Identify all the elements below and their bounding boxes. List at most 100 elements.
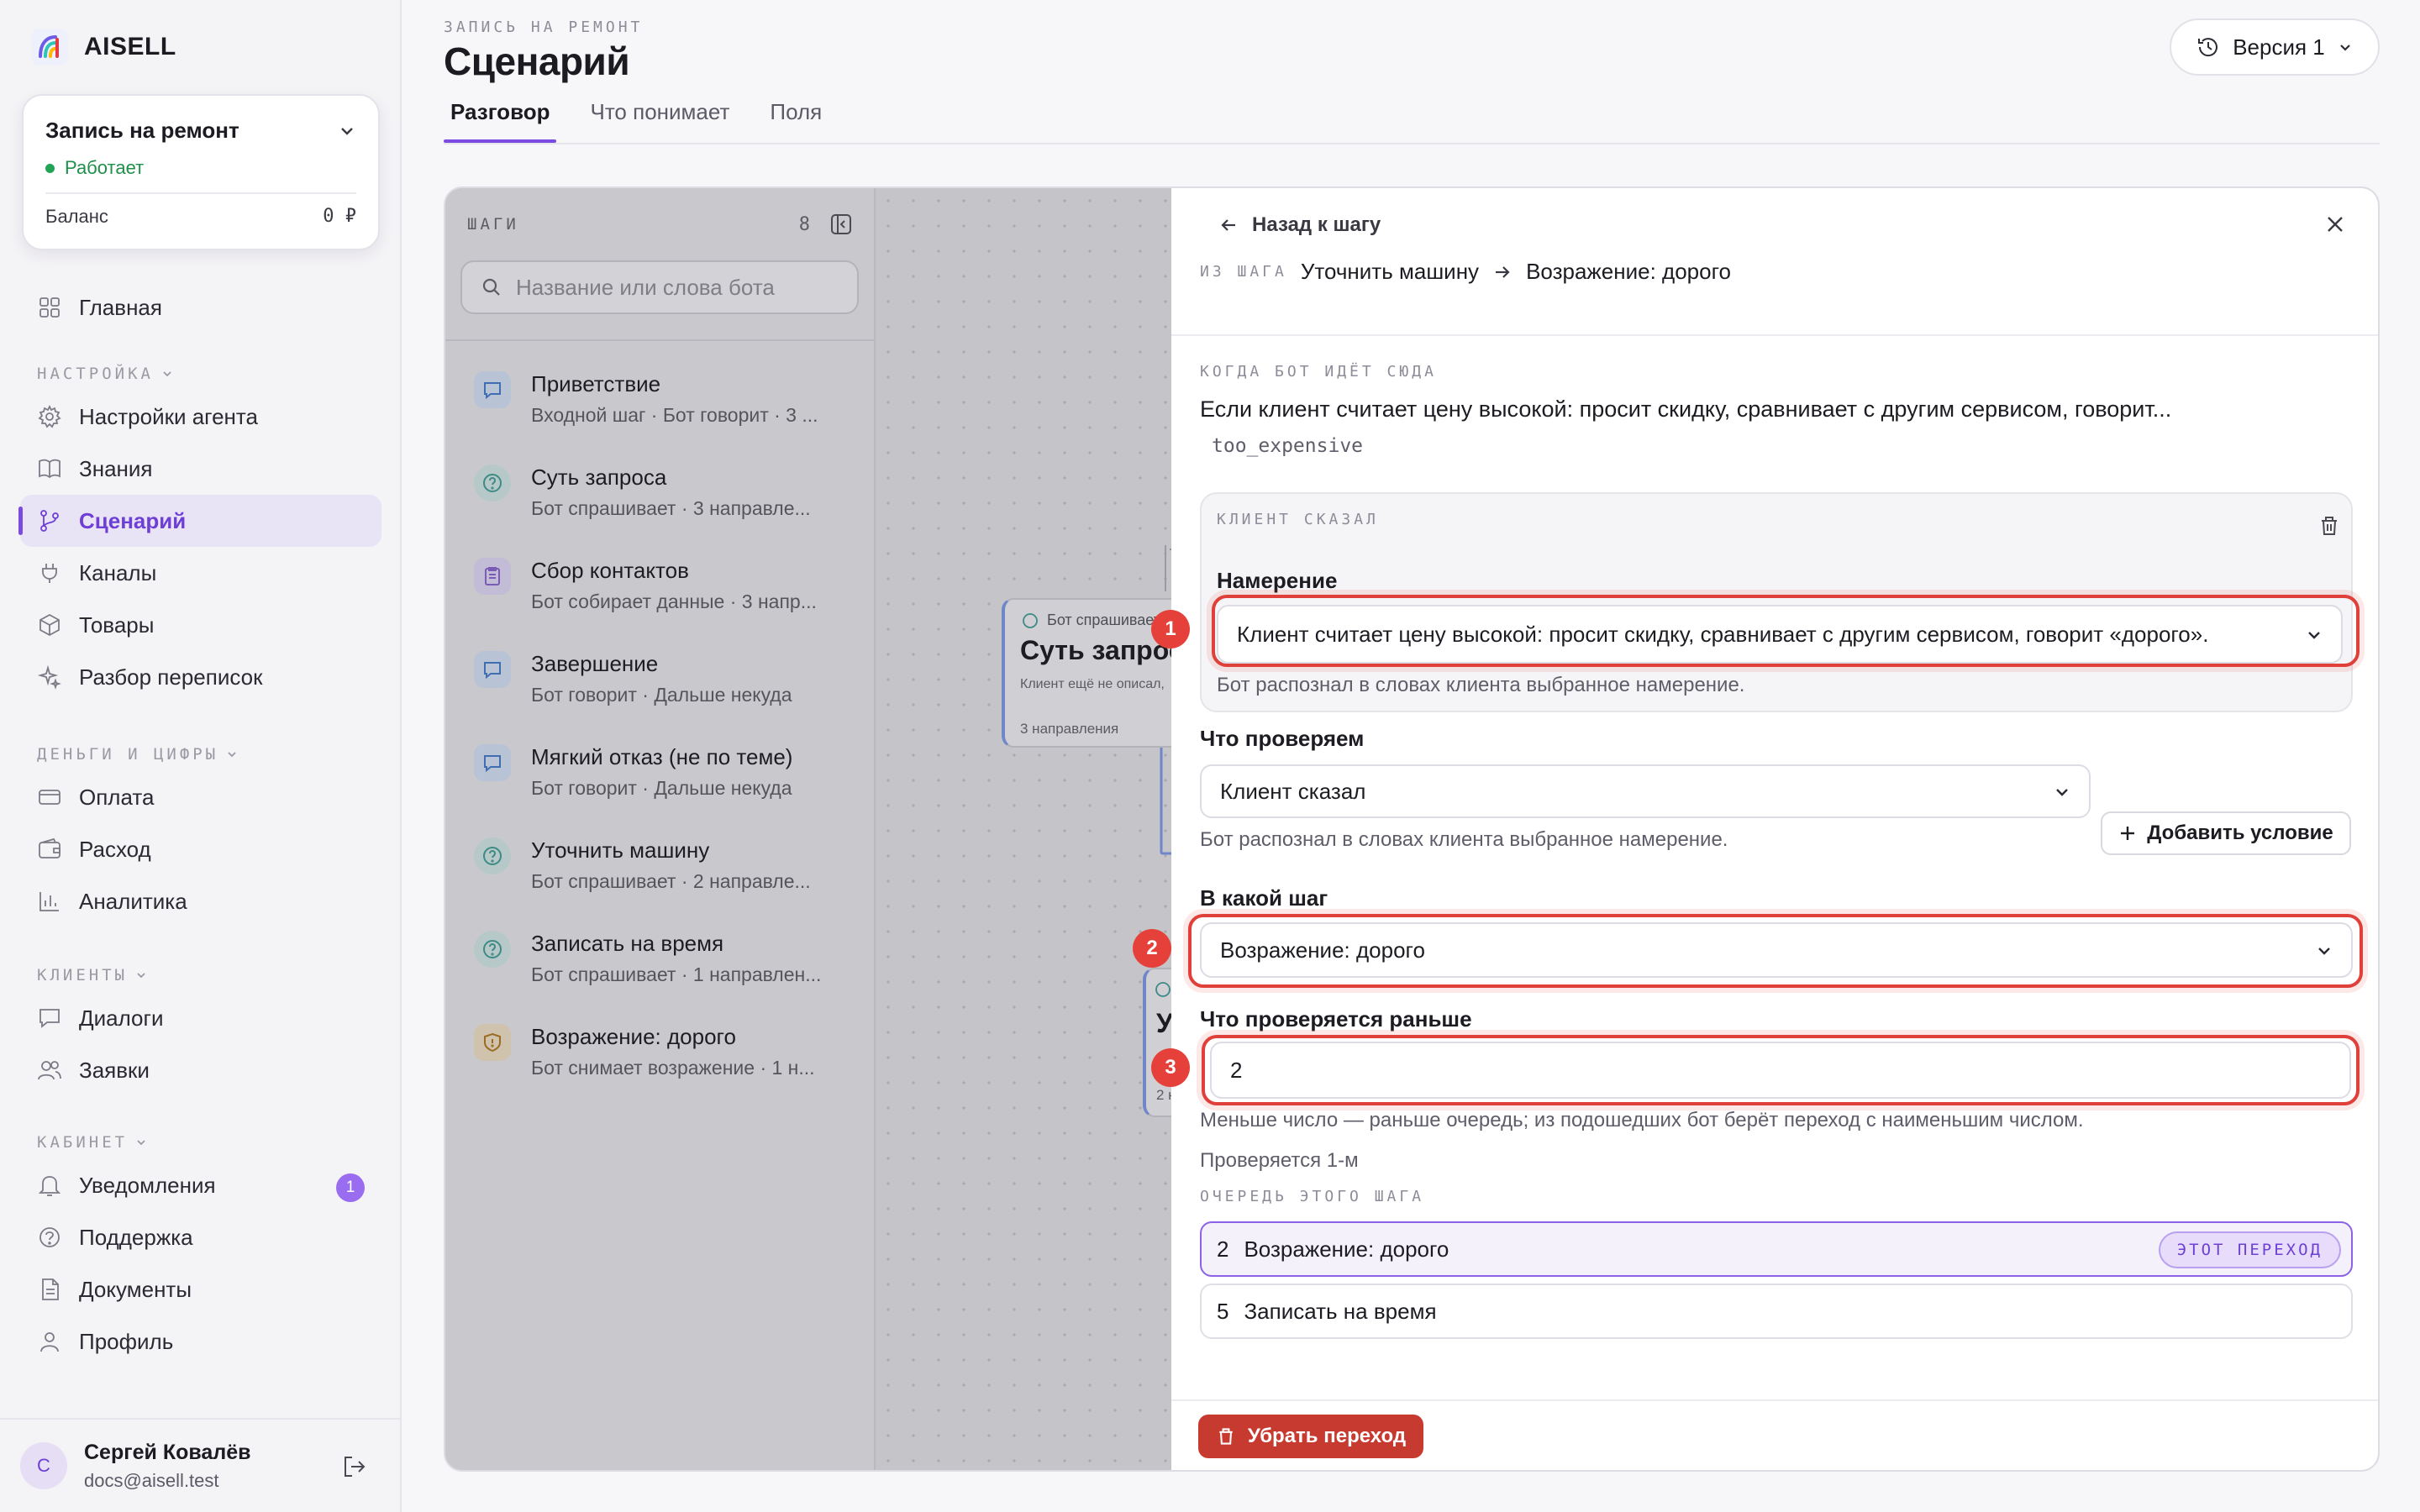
agent-card[interactable]: Запись на ремонт Работает Баланс 0 ₽ xyxy=(22,94,380,250)
nav-item-notifications[interactable]: Уведомления 1 xyxy=(20,1159,381,1211)
queue-item-current[interactable]: 2 Возражение: дорого ЭТОТ ПЕРЕХОД xyxy=(1200,1221,2353,1277)
users-icon xyxy=(38,1061,61,1080)
nav-section-cabinet-label: КАБИНЕТ xyxy=(37,1133,129,1152)
package-icon xyxy=(39,613,60,637)
sidebar: AISELL Запись на ремонт Работает Баланс … xyxy=(0,0,402,1512)
avatar[interactable]: С xyxy=(20,1442,67,1489)
step-item-request-essence[interactable]: Суть запроса Бот спрашивает · 3 направле.… xyxy=(445,444,874,538)
step-subtitle: Бот спрашивает · 3 направле... xyxy=(531,497,811,519)
step-item-book-time[interactable]: Записать на время Бот спрашивает · 1 напр… xyxy=(445,911,874,1004)
nav-money: ДЕНЬГИ И ЦИФРЫ Оплата Расход Аналитика xyxy=(20,738,381,927)
when-label: КОГДА БОТ ИДЁТ СЮДА xyxy=(1200,363,1437,381)
step-item-greeting[interactable]: Приветствие Входной шаг · Бот говорит · 3… xyxy=(445,351,874,444)
nav-item-products[interactable]: Товары xyxy=(20,599,381,651)
trash-icon xyxy=(1219,1428,1233,1445)
chat-icon xyxy=(39,1009,60,1028)
tab-conversation[interactable]: Разговор xyxy=(444,94,557,143)
nav-item-documents[interactable]: Документы xyxy=(20,1263,381,1315)
nav-item-knowledge[interactable]: Знания xyxy=(20,443,381,495)
nav-item-analytics[interactable]: Аналитика xyxy=(20,875,381,927)
chat-icon xyxy=(474,651,511,688)
checked-order: Проверяется 1-м xyxy=(1200,1149,1359,1172)
queue-item[interactable]: 5 Записать на время xyxy=(1200,1284,2353,1339)
step-item-finish[interactable]: Завершение Бот говорит · Дальше некуда xyxy=(445,631,874,724)
user-info: Сергей Ковалёв docs@aisell.test xyxy=(84,1441,251,1492)
tab-fields[interactable]: Поля xyxy=(763,94,829,143)
priority-hint: Меньше число — раньше очередь; из подоше… xyxy=(1200,1109,2084,1131)
nav-item-requests[interactable]: Заявки xyxy=(20,1044,381,1096)
version-button[interactable]: Версия 1 xyxy=(2170,18,2380,76)
logout-icon[interactable] xyxy=(341,1453,368,1480)
nav-item-review[interactable]: Разбор переписок xyxy=(20,651,381,703)
to-step-name[interactable]: Возражение: дорого xyxy=(1526,259,1731,285)
book-icon xyxy=(39,459,60,479)
drawer-footer: Убрать переход xyxy=(1171,1399,2378,1470)
check-select[interactable]: Клиент сказал xyxy=(1200,764,2091,818)
version-label: Версия 1 xyxy=(2233,34,2325,60)
step-item-soft-refusal[interactable]: Мягкий отказ (не по теме) Бот говорит · Д… xyxy=(445,724,874,817)
from-step-name[interactable]: Уточнить машину xyxy=(1301,259,1479,285)
question-icon xyxy=(474,931,511,968)
queue-label: ОЧЕРЕДЬ ЭТОГО ШАГА xyxy=(1200,1188,1425,1205)
nav-cabinet: КАБИНЕТ Уведомления 1 Поддержка Документ… xyxy=(20,1126,381,1368)
nav-item-agent-settings[interactable]: Настройки агента xyxy=(20,391,381,443)
user-block: С Сергей Ковалёв docs@aisell.test xyxy=(0,1418,402,1512)
nav-item-main[interactable]: Главная xyxy=(20,281,381,333)
nav-item-profile[interactable]: Профиль xyxy=(20,1315,381,1368)
nav-section-money[interactable]: ДЕНЬГИ И ЦИФРЫ xyxy=(20,738,381,771)
step-subtitle: Бот говорит · Дальше некуда xyxy=(531,777,792,799)
nav-item-channels[interactable]: Каналы xyxy=(20,547,381,599)
nav-label-main: Главная xyxy=(79,294,162,320)
steps-search-placeholder: Название или слова бота xyxy=(516,274,775,300)
remove-transition-label: Убрать переход xyxy=(1247,1425,1407,1447)
collapse-panel-icon[interactable] xyxy=(830,213,852,235)
chevron-down-icon[interactable] xyxy=(338,122,356,140)
step-title: Записать на время xyxy=(531,931,724,956)
nav-item-scenario[interactable]: Сценарий xyxy=(18,495,381,547)
add-condition-button[interactable]: Добавить условие xyxy=(2101,811,2351,855)
nav-label-documents: Документы xyxy=(79,1276,192,1302)
close-icon[interactable] xyxy=(2323,212,2348,237)
step-subtitle: Бот собирает данные · 3 напр... xyxy=(531,591,817,612)
nav-label-review: Разбор переписок xyxy=(79,664,263,690)
marker-3: 3 xyxy=(1151,1048,1190,1087)
step-item-clarify-car[interactable]: Уточнить машину Бот спрашивает · 2 направ… xyxy=(445,817,874,911)
nav-label-knowledge: Знания xyxy=(79,455,153,481)
page-eyebrow: ЗАПИСЬ НА РЕМОНТ xyxy=(444,18,644,36)
help-icon xyxy=(39,1227,60,1247)
back-to-step-link[interactable]: Назад к шагу xyxy=(1218,213,1381,237)
chevron-down-icon xyxy=(228,752,236,758)
nav-section-cabinet[interactable]: КАБИНЕТ xyxy=(20,1126,381,1159)
branch-icon xyxy=(40,510,59,532)
agent-status: Работает xyxy=(45,157,356,179)
step-item-objection-expensive[interactable]: Возражение: дорого Бот снимает возражение… xyxy=(445,1004,874,1097)
steps-search-input[interactable]: Название или слова бота xyxy=(460,260,859,314)
nav-item-expense[interactable]: Расход xyxy=(20,823,381,875)
scenario-canvas[interactable]: Бот спрашивает Суть запрос Клиент ещё не… xyxy=(876,188,1193,1470)
nav-section-clients[interactable]: КЛИЕНТЫ xyxy=(20,958,381,992)
client-said-label: КЛИЕНТ СКАЗАЛ xyxy=(1217,511,1379,528)
tab-understands[interactable]: Что понимает xyxy=(583,94,736,143)
remove-transition-button[interactable]: Убрать переход xyxy=(1198,1415,1423,1458)
brand[interactable]: AISELL xyxy=(30,27,176,67)
nav-item-support[interactable]: Поддержка xyxy=(20,1211,381,1263)
step-item-contacts[interactable]: Сбор контактов Бот собирает данные · 3 на… xyxy=(445,538,874,631)
when-text: Если клиент считает цену высокой: просит… xyxy=(1200,396,2172,422)
steps-panel: ШАГИ 8 Название или слова бота Приветств… xyxy=(445,188,876,1470)
chevron-down-icon xyxy=(163,371,171,377)
nav-item-payment[interactable]: Оплата xyxy=(20,771,381,823)
question-icon xyxy=(474,465,511,501)
nav-item-dialogs[interactable]: Диалоги xyxy=(20,992,381,1044)
trash-icon[interactable] xyxy=(2317,514,2341,538)
nav-section-settings[interactable]: НАСТРОЙКА xyxy=(20,357,381,391)
plug-icon xyxy=(42,564,57,583)
highlight-priority xyxy=(1202,1035,2360,1105)
notifications-badge: 1 xyxy=(336,1173,365,1202)
question-icon xyxy=(1155,982,1171,997)
from-step-label: ИЗ ШАГА xyxy=(1200,263,1287,281)
nav-label-profile: Профиль xyxy=(79,1328,174,1354)
balance-label: Баланс xyxy=(45,206,108,227)
balance-row: Баланс 0 ₽ xyxy=(45,206,356,228)
main-nav: Главная xyxy=(20,281,381,333)
intent-label: Намерение xyxy=(1217,568,1338,593)
